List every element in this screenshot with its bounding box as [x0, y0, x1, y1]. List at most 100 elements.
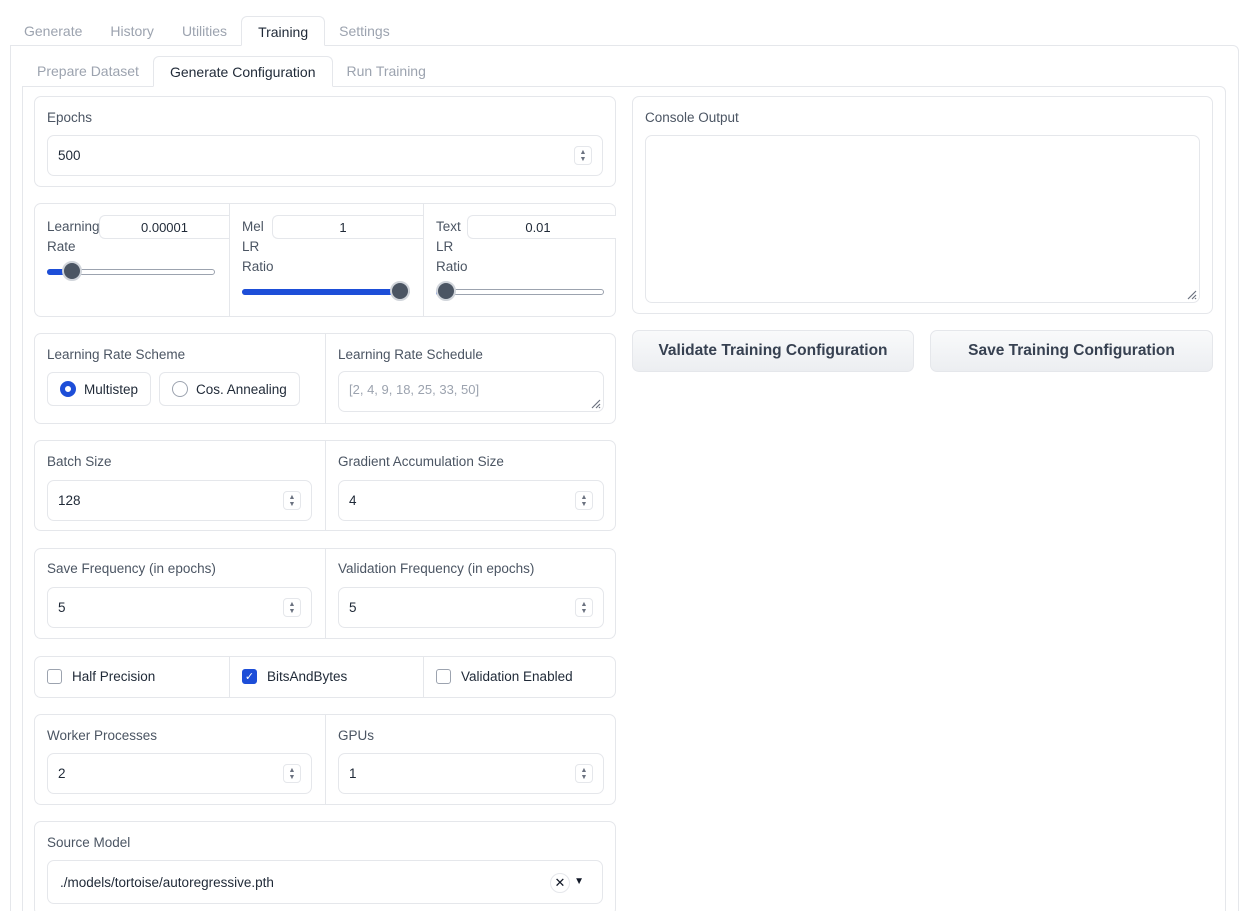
- tab-run-training[interactable]: Run Training: [333, 56, 440, 87]
- bitsandbytes-label: BitsAndBytes: [267, 669, 348, 684]
- text-lr-ratio-slider-thumb[interactable]: [436, 281, 456, 301]
- mel-lr-ratio-label: Mel LR Ratio: [242, 219, 274, 274]
- tab-utilities[interactable]: Utilities: [168, 16, 241, 46]
- workers-input[interactable]: 2 ▲ ▼: [47, 753, 312, 794]
- save-freq-label: Save Frequency (in epochs): [47, 561, 216, 576]
- options-card: Half Precision ✓ BitsAndBytes Validation…: [34, 656, 616, 698]
- top-tab-bar: Generate History Utilities Training Sett…: [10, 16, 404, 46]
- text-lr-ratio-label: Text LR Ratio: [436, 219, 468, 274]
- mel-lr-ratio-slider[interactable]: [242, 281, 410, 301]
- lr-scheme-card: Learning Rate Scheme Multistep Cos. Anne…: [34, 333, 616, 424]
- bitsandbytes-cell: ✓ BitsAndBytes: [229, 657, 423, 697]
- text-lr-ratio-slider[interactable]: [436, 281, 604, 301]
- bitsandbytes-box[interactable]: ✓: [242, 669, 257, 684]
- save-training-configuration-button[interactable]: Save Training Configuration: [930, 330, 1213, 372]
- gpus-input[interactable]: 1 ▲ ▼: [338, 753, 604, 794]
- source-model-dropdown[interactable]: ./models/tortoise/autoregressive.pth ✕ ▼: [47, 860, 603, 904]
- learning-rate-slider[interactable]: [47, 261, 215, 281]
- save-freq-input[interactable]: 5 ▲ ▼: [47, 587, 312, 628]
- mel-lr-ratio-value: 1: [339, 219, 347, 235]
- learning-rate-card: Learning Rate 0.00001 Mel LR Ratio 1 Tex…: [34, 203, 616, 317]
- learning-rate-input[interactable]: 0.00001: [99, 215, 229, 239]
- text-lr-ratio-input[interactable]: 0.01: [467, 215, 616, 239]
- val-freq-stepper[interactable]: ▲ ▼: [575, 598, 593, 617]
- lr-scheme-cell: Learning Rate Scheme Multistep Cos. Anne…: [35, 334, 325, 423]
- console-output-textarea[interactable]: [645, 135, 1200, 303]
- half-precision-cell: Half Precision: [35, 657, 229, 697]
- source-model-card: Source Model ./models/tortoise/autoregre…: [34, 821, 616, 911]
- validation-enabled-box[interactable]: [436, 669, 451, 684]
- lr-schedule-label: Learning Rate Schedule: [338, 347, 483, 362]
- mel-lr-ratio-cell: Mel LR Ratio 1: [229, 204, 423, 316]
- validation-enabled-checkbox[interactable]: Validation Enabled: [436, 669, 573, 684]
- learning-rate-slider-thumb[interactable]: [62, 261, 82, 281]
- mel-lr-ratio-slider-thumb[interactable]: [390, 281, 410, 301]
- resize-handle-icon[interactable]: [589, 397, 601, 409]
- batch-size-label: Batch Size: [47, 454, 112, 469]
- gpus-stepper[interactable]: ▲ ▼: [575, 764, 593, 783]
- workers-stepper[interactable]: ▲ ▼: [283, 764, 301, 783]
- radio-cos-annealing[interactable]: Cos. Annealing: [159, 372, 300, 406]
- mel-lr-ratio-input[interactable]: 1: [272, 215, 423, 239]
- epochs-label: Epochs: [47, 110, 93, 125]
- tab-prepare-dataset[interactable]: Prepare Dataset: [23, 56, 153, 87]
- resize-handle-icon[interactable]: [1185, 288, 1197, 300]
- half-precision-checkbox[interactable]: Half Precision: [47, 669, 155, 684]
- gpus-label: GPUs: [338, 728, 375, 743]
- grad-accum-stepper[interactable]: ▲ ▼: [575, 491, 593, 510]
- validation-enabled-label: Validation Enabled: [461, 669, 573, 684]
- radio-multistep[interactable]: Multistep: [47, 372, 152, 406]
- batch-card: Batch Size 128 ▲ ▼ Gradient Accumulation …: [34, 440, 616, 531]
- lr-schedule-textarea[interactable]: [2, 4, 9, 18, 25, 33, 50]: [338, 371, 604, 412]
- batch-size-value: 128: [58, 493, 81, 508]
- source-model-value: ./models/tortoise/autoregressive.pth: [60, 874, 274, 890]
- val-freq-label: Validation Frequency (in epochs): [338, 561, 535, 576]
- validate-training-configuration-button[interactable]: Validate Training Configuration: [632, 330, 914, 372]
- tab-history[interactable]: History: [96, 16, 168, 46]
- learning-rate-cell: Learning Rate 0.00001: [35, 204, 229, 316]
- lr-schedule-cell: Learning Rate Schedule [2, 4, 9, 18, 25,…: [325, 334, 616, 423]
- grad-accum-value: 4: [349, 493, 357, 508]
- radio-cos-annealing-dot: [172, 381, 188, 397]
- bitsandbytes-checkbox[interactable]: ✓ BitsAndBytes: [242, 669, 347, 684]
- batch-size-cell: Batch Size 128 ▲ ▼: [35, 441, 325, 530]
- workers-label: Worker Processes: [47, 728, 158, 743]
- gpus-cell: GPUs 1 ▲ ▼: [325, 715, 616, 804]
- radio-multistep-label: Multistep: [84, 381, 139, 397]
- console-card: Console Output: [632, 96, 1213, 314]
- learning-rate-label: Learning Rate: [47, 219, 100, 254]
- save-freq-cell: Save Frequency (in epochs) 5 ▲ ▼: [35, 549, 325, 638]
- sub-tab-bar: Prepare Dataset Generate Configuration R…: [23, 56, 440, 87]
- batch-size-input[interactable]: 128 ▲ ▼: [47, 480, 312, 521]
- epochs-stepper[interactable]: ▲ ▼: [574, 146, 592, 165]
- clear-icon[interactable]: ✕: [550, 873, 570, 893]
- console-label: Console Output: [645, 110, 739, 125]
- source-model-label: Source Model: [47, 835, 131, 850]
- learning-rate-value: 0.00001: [141, 219, 188, 235]
- workers-value: 2: [58, 766, 66, 781]
- half-precision-label: Half Precision: [72, 669, 156, 684]
- validation-enabled-cell: Validation Enabled: [423, 657, 616, 697]
- tab-generate-configuration[interactable]: Generate Configuration: [152, 56, 333, 87]
- workers-cell: Worker Processes 2 ▲ ▼: [35, 715, 325, 804]
- frequency-card: Save Frequency (in epochs) 5 ▲ ▼ Validati…: [34, 548, 616, 639]
- tab-training[interactable]: Training: [241, 16, 326, 46]
- save-freq-value: 5: [58, 600, 66, 615]
- epochs-input[interactable]: 500 ▲ ▼: [47, 135, 603, 176]
- radio-cos-annealing-label: Cos. Annealing: [196, 381, 287, 397]
- grad-accum-input[interactable]: 4 ▲ ▼: [338, 480, 604, 521]
- epochs-card: Epochs 500 ▲ ▼: [34, 96, 616, 187]
- radio-multistep-dot: [60, 381, 76, 397]
- save-freq-stepper[interactable]: ▲ ▼: [283, 598, 301, 617]
- chevron-down-icon[interactable]: ▼: [574, 876, 584, 887]
- tab-settings[interactable]: Settings: [325, 16, 404, 46]
- epochs-value: 500: [58, 148, 81, 163]
- text-lr-ratio-value: 0.01: [525, 219, 551, 235]
- grad-accum-label: Gradient Accumulation Size: [338, 454, 504, 469]
- half-precision-box[interactable]: [47, 669, 62, 684]
- lr-scheme-label: Learning Rate Scheme: [47, 347, 186, 362]
- batch-size-stepper[interactable]: ▲ ▼: [283, 491, 301, 510]
- lr-schedule-placeholder: [2, 4, 9, 18, 25, 33, 50]: [349, 382, 480, 397]
- tab-generate[interactable]: Generate: [10, 16, 96, 46]
- val-freq-input[interactable]: 5 ▲ ▼: [338, 587, 604, 628]
